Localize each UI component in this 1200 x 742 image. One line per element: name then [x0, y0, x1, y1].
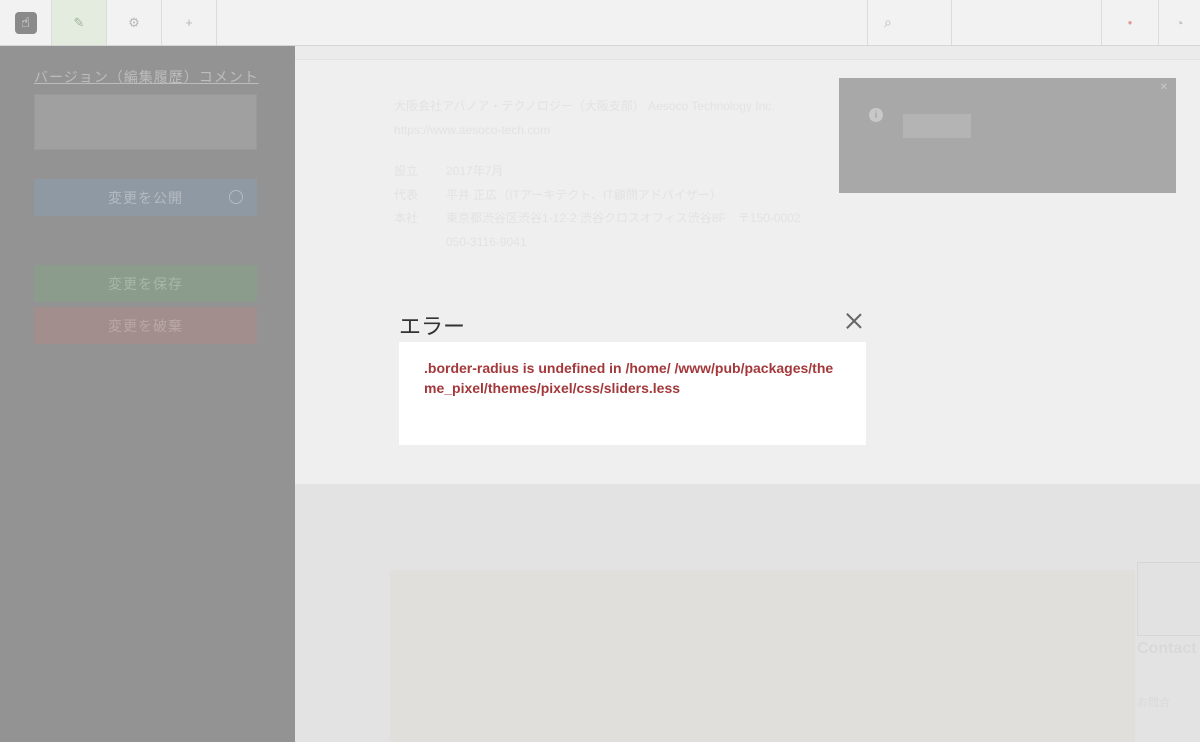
- version-sidebar: バージョン（編集履歴）コメント 変更を公開 変更を保存 変更を破棄: [0, 46, 295, 742]
- info-value: 東京都渋谷区渋谷1-12-2 渋谷クロスオフィス渋谷8F 〒150-0002: [446, 211, 801, 225]
- add-block-button[interactable]: +: [162, 0, 217, 45]
- version-comment-input[interactable]: [34, 94, 257, 150]
- company-url: https://www.aesoco-tech.com: [394, 123, 551, 137]
- info-key: 本社: [394, 211, 419, 225]
- help-button[interactable]: ◔: [1158, 0, 1200, 45]
- page-header-strip: [295, 46, 1200, 60]
- pencil-icon: ✎: [73, 14, 85, 30]
- save-label: 変更を保存: [108, 275, 183, 292]
- notification-action-button[interactable]: [903, 114, 971, 138]
- company-name: 大阪会社アバノア・テクノロジー（大阪支部） Aesoco Technology …: [394, 99, 775, 113]
- publish-button[interactable]: 変更を公開: [34, 179, 257, 216]
- info-key: 代表: [394, 188, 419, 202]
- logo-icon: ☝: [14, 11, 37, 34]
- contact-heading: Contact: [1137, 640, 1197, 657]
- version-comment-label: バージョン（編集履歴）コメント: [34, 69, 259, 85]
- status-dot-icon: ●: [1127, 18, 1133, 27]
- discard-label: 変更を破棄: [108, 317, 183, 334]
- info-row: 設立 2017年7月: [394, 160, 503, 182]
- error-message: .border-radius is undefined in /home/ /w…: [424, 360, 834, 396]
- error-dialog-body: .border-radius is undefined in /home/ /w…: [399, 342, 866, 445]
- contact-widget[interactable]: [1137, 562, 1200, 636]
- search-icon: ⌕: [884, 14, 892, 30]
- error-dialog-title: エラー: [399, 315, 466, 340]
- gear-icon: ⚙: [128, 14, 140, 30]
- close-icon[interactable]: ✕: [1160, 82, 1168, 93]
- info-value: 050-3116-9041: [446, 235, 527, 249]
- app-logo[interactable]: ☝: [0, 0, 52, 45]
- page-lower-section: [295, 484, 1200, 742]
- info-icon: i: [869, 108, 883, 122]
- search-button[interactable]: ⌕: [867, 0, 951, 45]
- notification-button[interactable]: ●: [1101, 0, 1158, 45]
- help-icon: ◔: [1175, 14, 1184, 31]
- notification-panel: i ✕: [839, 78, 1176, 193]
- info-row: 050-3116-9041: [394, 231, 527, 253]
- info-row: 代表 平井 正広（ITアーキテクト、IT顧問アドバイザー）: [394, 184, 722, 206]
- company-info: 大阪会社アバノア・テクノロジー（大阪支部） Aesoco Technology …: [394, 94, 775, 142]
- info-value: 平井 正広（ITアーキテクト、IT顧問アドバイザー）: [446, 188, 722, 202]
- info-value: 2017年7月: [446, 164, 504, 178]
- info-key: 設立: [394, 164, 419, 178]
- info-row: 本社 東京都渋谷区渋谷1-12-2 渋谷クロスオフィス渋谷8F 〒150-0002: [394, 207, 801, 229]
- discard-button[interactable]: 変更を破棄: [34, 307, 257, 344]
- contact-subtext: お問合: [1137, 697, 1170, 709]
- save-button[interactable]: 変更を保存: [34, 265, 257, 302]
- map-area: [390, 570, 1135, 742]
- edit-mode-button[interactable]: ✎: [52, 0, 107, 45]
- plus-icon: +: [185, 15, 193, 30]
- page-settings-button[interactable]: ⚙: [107, 0, 162, 45]
- close-icon[interactable]: [845, 312, 863, 330]
- toolbar-search-field[interactable]: [951, 0, 1101, 45]
- publish-label: 変更を公開: [108, 189, 183, 206]
- clock-icon[interactable]: [229, 190, 243, 204]
- top-toolbar: ☝ ✎ ⚙ + ⌕ ● ◔: [0, 0, 1200, 46]
